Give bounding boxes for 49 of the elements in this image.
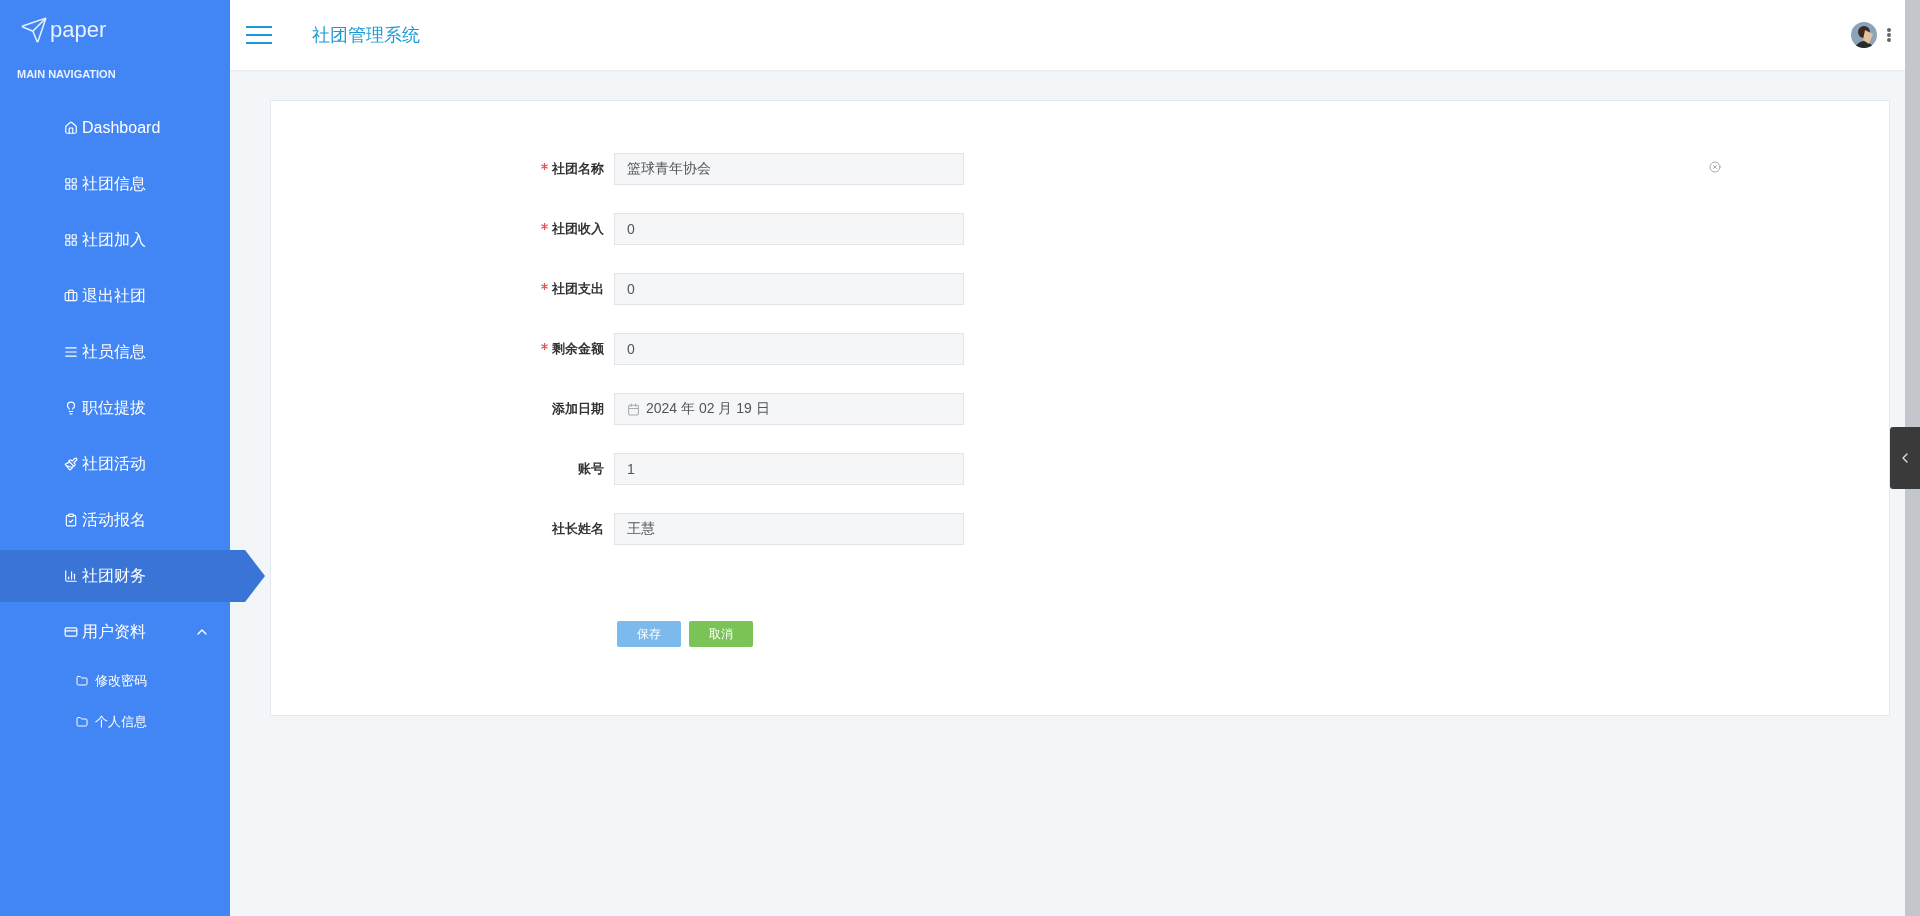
field-label: 社团收入 — [271, 220, 614, 238]
field-label: 剩余金额 — [271, 340, 614, 358]
submenu-item[interactable]: 个人信息 — [0, 701, 230, 742]
field-label: 账号 — [577, 460, 605, 478]
folder-icon — [76, 674, 88, 687]
grid-icon — [64, 233, 78, 247]
field-label: 添加日期 — [551, 400, 605, 418]
sidebar-item[interactable]: 活动报名 — [0, 492, 230, 548]
input-field[interactable]: 0 — [614, 213, 964, 245]
cancel-button[interactable]: 取消 — [689, 621, 753, 647]
field-label: 社长姓名 — [551, 520, 605, 538]
paper-plane-icon — [20, 16, 48, 44]
sidebar-item[interactable]: Dashboard — [0, 100, 230, 156]
input-field[interactable]: 0 — [614, 333, 964, 365]
sidebar-item[interactable]: 退出社团 — [0, 268, 230, 324]
clipboard-icon — [64, 513, 78, 527]
sidebar-item[interactable]: 社团财务 — [0, 548, 265, 604]
briefcase-icon — [64, 289, 78, 303]
bar-chart-icon — [64, 569, 78, 583]
input-field[interactable]: 王慧 — [614, 513, 964, 545]
sidebar-item[interactable]: 社团加入 — [0, 212, 230, 268]
save-button[interactable]: 保存 — [617, 621, 681, 647]
sidebar-item[interactable]: 社员信息 — [0, 324, 230, 380]
sidebar-item[interactable]: 社团信息 — [0, 156, 230, 212]
scrollbar[interactable] — [1905, 0, 1920, 916]
field-label: 社团名称 — [271, 160, 614, 178]
list-icon — [64, 345, 78, 359]
field-label: 社团支出 — [271, 280, 614, 298]
drawer-toggle[interactable] — [1890, 427, 1920, 489]
folder-icon — [76, 715, 88, 728]
app-title: 社团管理系统 — [312, 24, 420, 47]
input-field[interactable]: 1 — [614, 453, 964, 485]
submenu-item[interactable]: 修改密码 — [0, 660, 230, 701]
calendar-icon — [627, 402, 640, 416]
input-field[interactable]: 0 — [614, 273, 964, 305]
nav-heading: MAIN NAVIGATION — [16, 67, 117, 82]
input-field[interactable]: 篮球青年协会 — [614, 153, 964, 185]
brush-icon — [64, 457, 78, 471]
grid-icon — [64, 177, 78, 191]
menu-icon[interactable] — [246, 26, 272, 44]
card-icon — [64, 625, 78, 639]
sidebar-item[interactable]: 社团活动 — [0, 436, 230, 492]
logo-text: paper — [50, 17, 107, 43]
more-icon[interactable] — [1887, 28, 1891, 42]
sidebar-item[interactable]: 用户资料 — [0, 604, 230, 660]
home-icon — [64, 121, 78, 135]
lightbulb-icon — [64, 401, 78, 415]
sidebar-item[interactable]: 职位提拔 — [0, 380, 230, 436]
date-field[interactable]: 2024 年 02 月 19 日 — [614, 393, 964, 425]
